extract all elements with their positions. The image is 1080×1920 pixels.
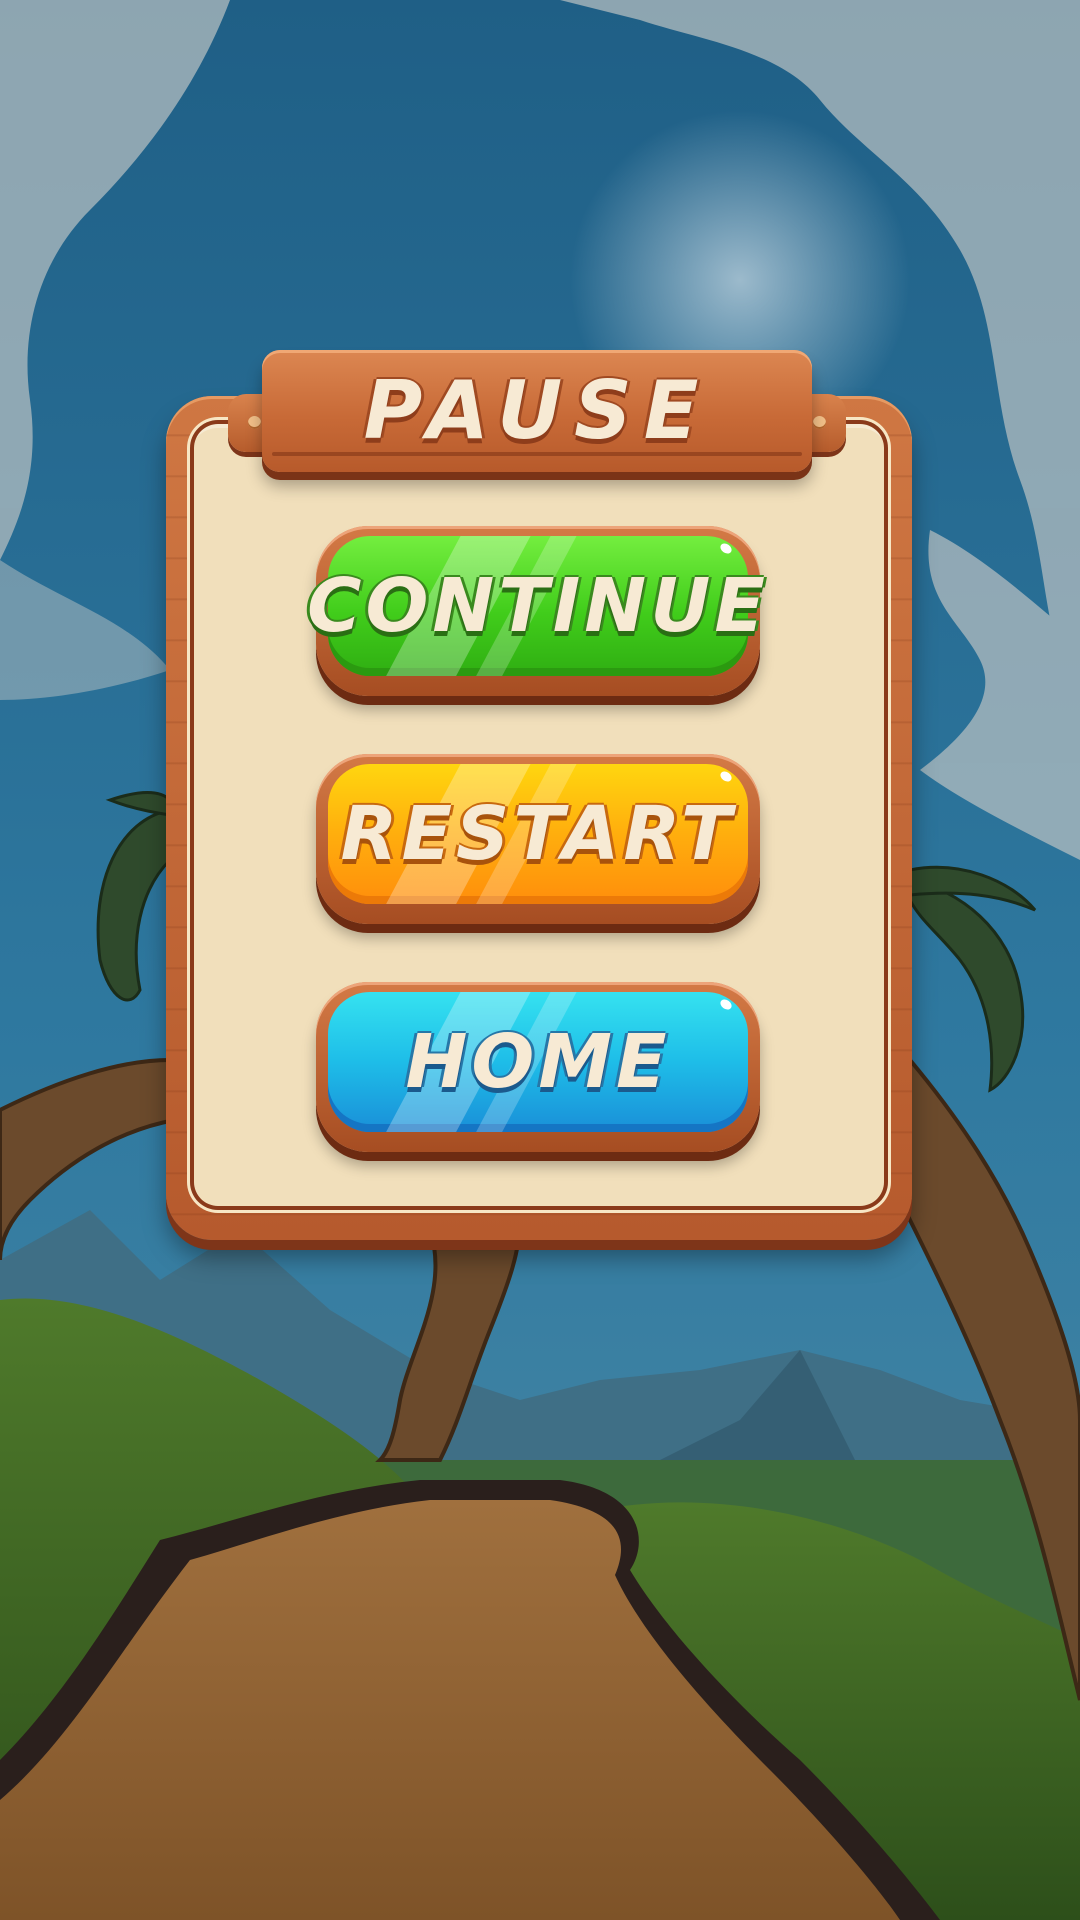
continue-button[interactable]: CONTINUE [307, 526, 769, 696]
pause-title: PAUSE [363, 364, 711, 457]
pause-header: PAUSE [228, 346, 846, 482]
restart-button[interactable]: RESTART [316, 754, 760, 924]
continue-button-label: CONTINUE [307, 563, 769, 649]
nail-icon [248, 416, 261, 429]
nail-icon [813, 416, 826, 429]
home-button[interactable]: HOME [316, 982, 760, 1152]
header-plank: PAUSE [262, 350, 812, 472]
restart-button-label: RESTART [340, 791, 736, 877]
home-button-label: HOME [405, 1019, 671, 1105]
